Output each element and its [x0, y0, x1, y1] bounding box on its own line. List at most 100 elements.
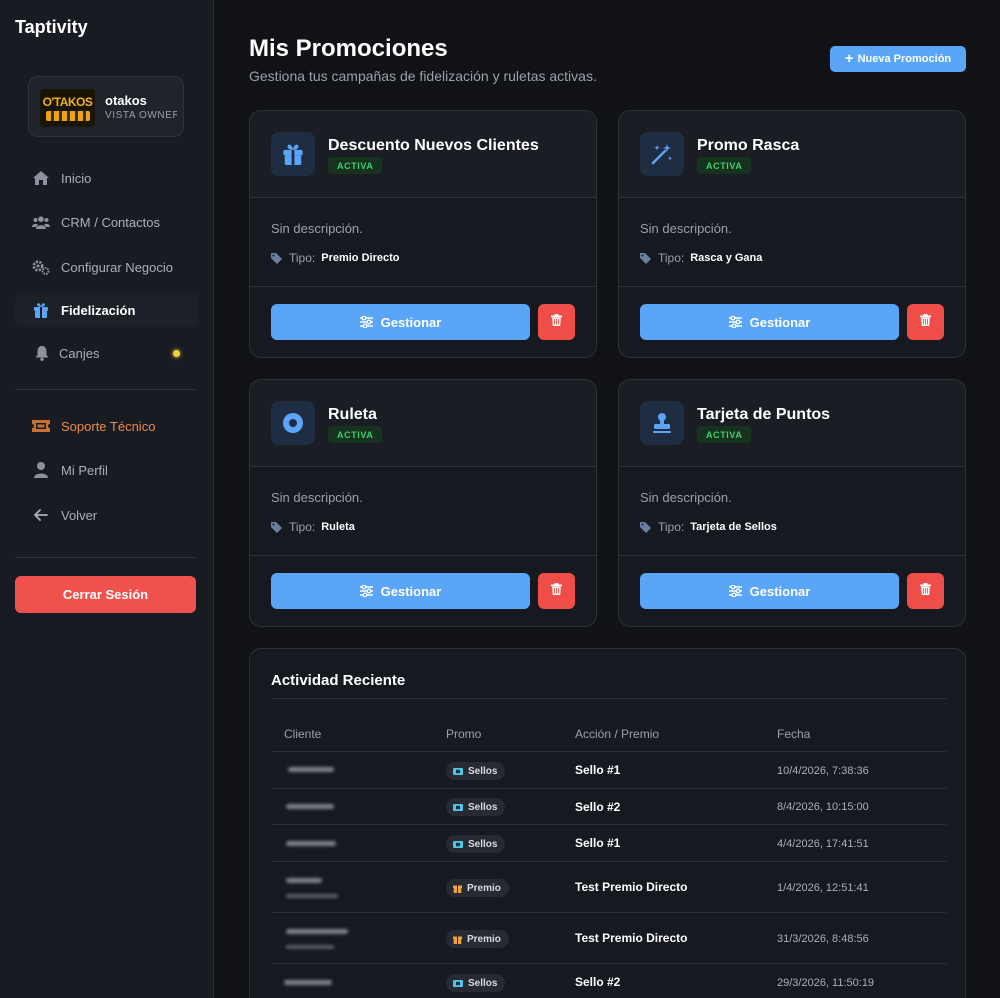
- column-header: Fecha: [777, 727, 811, 741]
- action-cell: Sello #1: [575, 763, 621, 777]
- manage-button[interactable]: Gestionar: [271, 304, 530, 340]
- ticket-icon: [453, 979, 463, 987]
- business-logo: O'TAKOS: [40, 89, 95, 127]
- nav-item-inicio[interactable]: Inicio: [15, 161, 198, 195]
- new-promotion-button[interactable]: + Nueva Promoción: [830, 46, 966, 72]
- promo-label: Sellos: [468, 838, 498, 850]
- promotion-title: Descuento Nuevos Clientes: [328, 137, 539, 154]
- gears-icon: [32, 258, 50, 276]
- manage-label: Gestionar: [749, 583, 811, 599]
- promotion-description: Sin descripción.: [640, 221, 732, 236]
- ticket-icon: [453, 840, 463, 848]
- column-header: Promo: [446, 727, 482, 741]
- bell-icon: [33, 344, 51, 362]
- promotion-type: Tipo: Ruleta: [271, 520, 355, 534]
- promotion-type: Tipo: Premio Directo: [271, 251, 399, 265]
- type-label: Tipo:: [289, 251, 316, 265]
- date-cell: 31/3/2026, 8:48:56: [777, 933, 869, 945]
- page-title: Mis Promociones: [249, 35, 448, 62]
- manage-button[interactable]: Gestionar: [640, 304, 899, 340]
- blurred-client-name: [286, 804, 334, 809]
- status-badge: ACTIVA: [328, 157, 383, 174]
- plus-icon: +: [844, 50, 854, 67]
- business-profile-card[interactable]: O'TAKOS otakos VISTA OWNER: [28, 76, 184, 137]
- nav-label: Canjes: [59, 345, 100, 361]
- promo-pill: Sellos: [446, 835, 506, 853]
- nav-label: Mi Perfil: [61, 462, 108, 478]
- promo-label: Sellos: [468, 801, 498, 813]
- promo-pill: Premio: [446, 879, 509, 897]
- promotion-type: Tipo: Tarjeta de Sellos: [640, 520, 777, 534]
- recent-activity-panel: Actividad Reciente Cliente Promo Acción …: [249, 648, 966, 998]
- blurred-client-name: [288, 767, 334, 772]
- blurred-client-name: [286, 929, 348, 934]
- nav-label: Fidelización: [61, 302, 136, 318]
- trash-icon: [551, 313, 562, 331]
- nav-item-volver[interactable]: Volver: [15, 498, 198, 532]
- gift-icon: [32, 301, 50, 319]
- delete-button[interactable]: [907, 573, 944, 609]
- type-value: Tarjeta de Sellos: [690, 521, 777, 533]
- nav-label: Configurar Negocio: [61, 259, 174, 275]
- type-value: Ruleta: [321, 521, 355, 533]
- nav-item-mi-perfil[interactable]: Mi Perfil: [15, 453, 198, 487]
- manage-label: Gestionar: [380, 314, 442, 330]
- nav-label: CRM / Contactos: [61, 214, 160, 230]
- blurred-client-name: [286, 878, 322, 883]
- logout-button[interactable]: Cerrar Sesión: [15, 576, 196, 613]
- delete-button[interactable]: [907, 304, 944, 340]
- ticket-icon: [32, 417, 50, 435]
- promotion-description: Sin descripción.: [271, 221, 363, 236]
- blurred-client-name: [286, 841, 336, 846]
- sliders-icon: [728, 585, 742, 597]
- date-cell: 8/4/2026, 10:15:00: [777, 801, 869, 813]
- promotion-card: Promo Rasca ACTIVA Sin descripción. Tipo…: [618, 110, 966, 358]
- logo-text: O'TAKOS: [42, 94, 93, 109]
- promotion-title: Tarjeta de Puntos: [697, 406, 831, 423]
- promotion-card: Ruleta ACTIVA Sin descripción. Tipo: Rul…: [249, 379, 597, 627]
- promotion-description: Sin descripción.: [640, 490, 732, 505]
- profile-role: VISTA OWNER: [105, 110, 177, 121]
- promotion-type: Tipo: Rasca y Gana: [640, 251, 762, 265]
- promotion-description: Sin descripción.: [271, 490, 363, 505]
- type-label: Tipo:: [658, 520, 685, 534]
- tag-icon: [271, 521, 283, 533]
- delete-button[interactable]: [538, 304, 575, 340]
- sidebar-divider: [15, 557, 196, 558]
- promo-pill: Premio: [446, 930, 509, 948]
- profile-name: otakos: [105, 93, 147, 108]
- manage-label: Gestionar: [380, 583, 442, 599]
- activity-title: Actividad Reciente: [271, 672, 406, 689]
- trash-icon: [551, 582, 562, 600]
- manage-button[interactable]: Gestionar: [640, 573, 899, 609]
- promo-pill: Sellos: [446, 974, 506, 992]
- ticket-icon: [453, 803, 463, 811]
- stamp-icon: [640, 401, 684, 445]
- promotion-title: Promo Rasca: [697, 137, 800, 154]
- date-cell: 29/3/2026, 11:50:19: [777, 977, 875, 989]
- gift-icon: [453, 934, 462, 944]
- nav-item-canjes[interactable]: Canjes: [15, 336, 198, 370]
- arrow-left-icon: [32, 506, 50, 524]
- users-icon: [32, 213, 50, 231]
- roulette-icon: [271, 401, 315, 445]
- action-cell: Test Premio Directo: [575, 880, 688, 894]
- type-label: Tipo:: [289, 520, 316, 534]
- promo-pill: Sellos: [446, 798, 506, 816]
- delete-button[interactable]: [538, 573, 575, 609]
- manage-button[interactable]: Gestionar: [271, 573, 530, 609]
- nav-label: Soporte Técnico: [61, 418, 156, 434]
- tag-icon: [640, 521, 652, 533]
- action-cell: Sello #1: [575, 836, 621, 850]
- nav-item-configurar-negocio[interactable]: Configurar Negocio: [15, 250, 198, 284]
- nav-item-fidelizacion[interactable]: Fidelización: [15, 293, 198, 327]
- promo-label: Premio: [467, 933, 501, 945]
- action-cell: Test Premio Directo: [575, 931, 688, 945]
- gift-icon: [271, 132, 315, 176]
- nav-item-soporte-tecnico[interactable]: Soporte Técnico: [15, 409, 198, 443]
- type-value: Premio Directo: [321, 252, 400, 264]
- tag-icon: [640, 252, 652, 264]
- date-cell: 1/4/2026, 12:51:41: [777, 882, 869, 894]
- nav-item-crm[interactable]: CRM / Contactos: [15, 205, 198, 239]
- sidebar: Taptivity O'TAKOS otakos VISTA OWNER Ini…: [0, 0, 214, 998]
